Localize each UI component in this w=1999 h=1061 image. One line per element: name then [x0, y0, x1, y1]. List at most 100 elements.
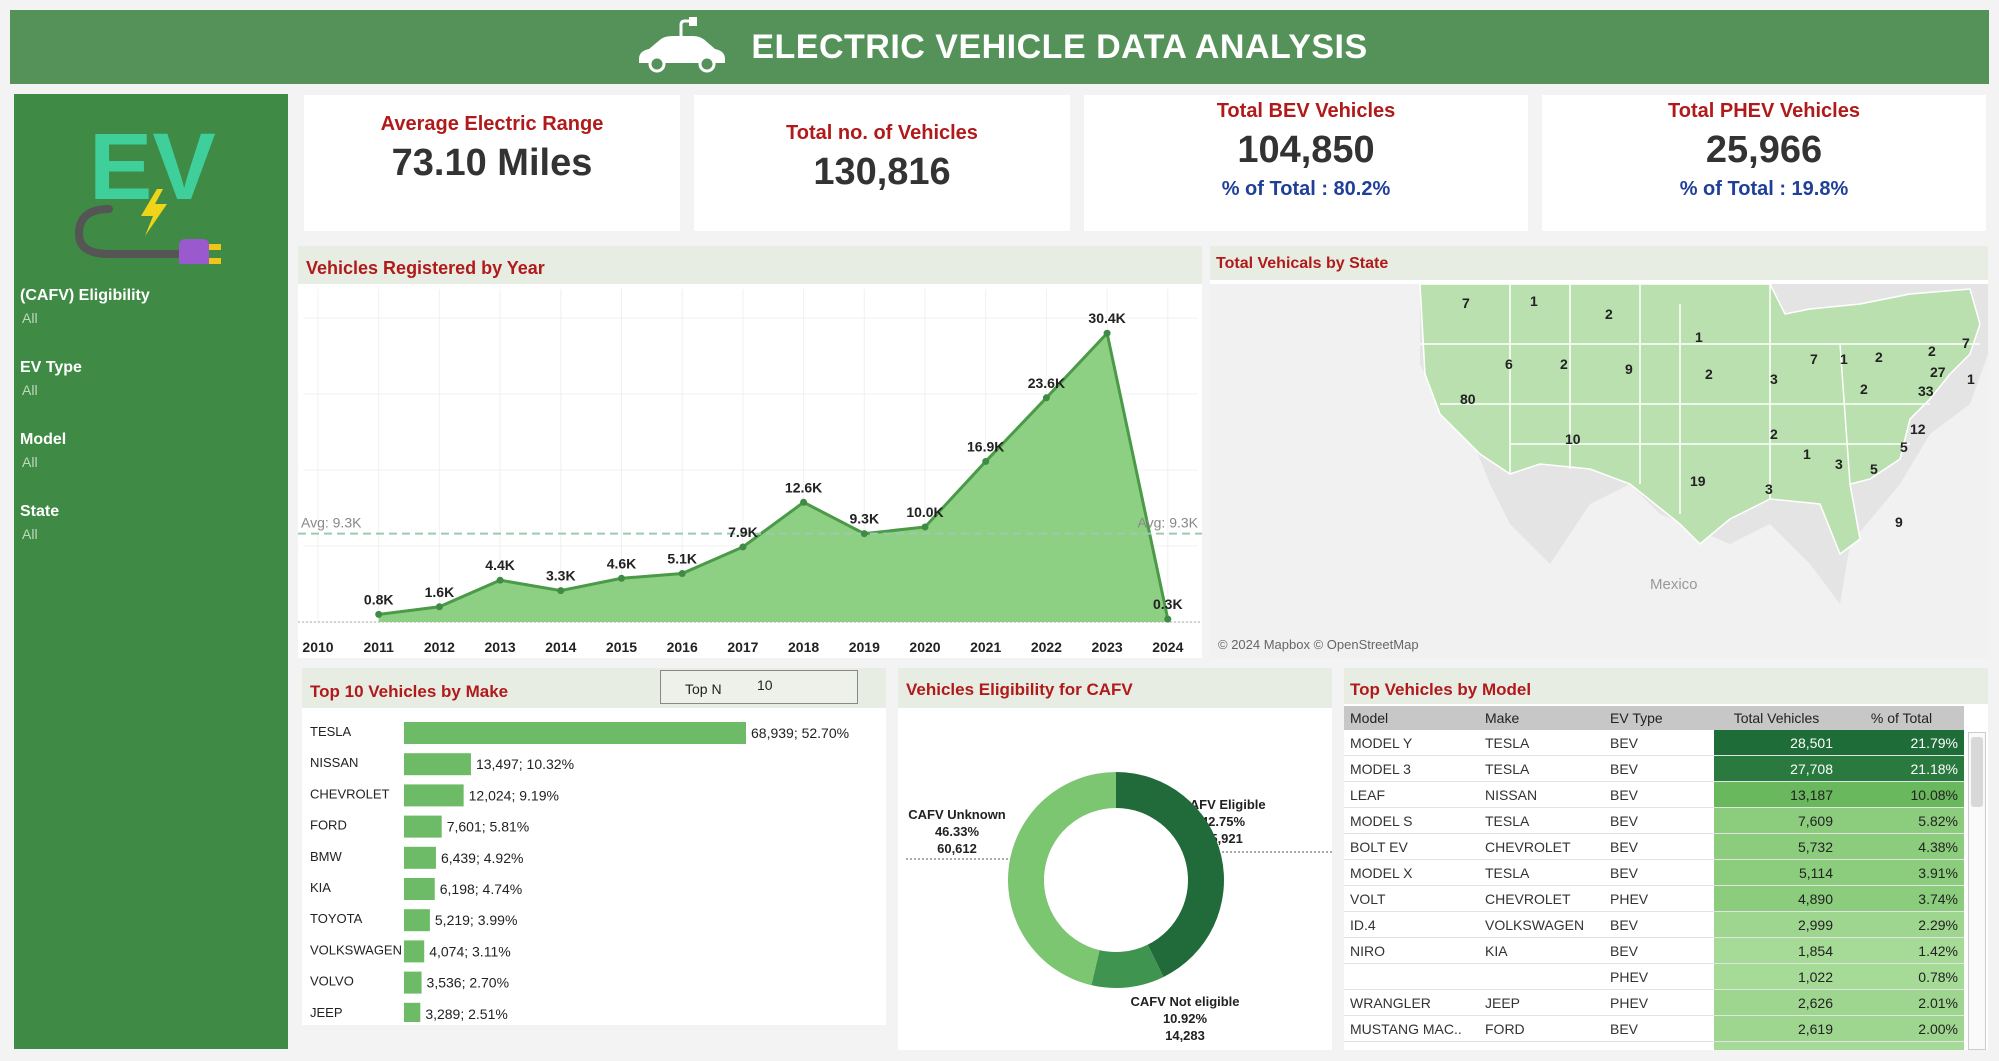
- map-attribution: © 2024 Mapbox © OpenStreetMap: [1218, 637, 1419, 652]
- year-data-label: 1.6K: [425, 584, 455, 600]
- make-value-label: 13,497; 10.32%: [476, 756, 574, 772]
- year-tick-label: 2013: [485, 639, 516, 655]
- year-point[interactable]: [921, 523, 929, 531]
- state-label: 19: [1690, 473, 1706, 489]
- electric-car-icon: [639, 17, 726, 73]
- year-point[interactable]: [557, 587, 565, 595]
- state-label: 2: [1928, 343, 1936, 359]
- col-header-model[interactable]: Model: [1344, 706, 1479, 730]
- year-point[interactable]: [618, 574, 625, 582]
- year-point[interactable]: [1164, 615, 1172, 623]
- model-table-title: Top Vehicles by Model: [1344, 668, 1988, 704]
- us-state-map[interactable]: Mexico © 2024 Mapbox © OpenStreetMap 7 1…: [1210, 284, 1988, 658]
- filter-model-dropdown[interactable]: All: [22, 454, 38, 470]
- make-bar[interactable]: [404, 1002, 421, 1022]
- cafv-donut-chart[interactable]: CAFV Eligible 42.75% 55,921 CAFV Unknown…: [898, 712, 1332, 1050]
- table-row[interactable]: MODEL Y TESLA BEV 28,501 21.79%: [1344, 730, 1964, 756]
- cell-evtype: BEV: [1604, 730, 1714, 756]
- year-data-label: 4.4K: [485, 557, 515, 573]
- table-row[interactable]: WRANGLER JEEP PHEV 2,626 2.01%: [1344, 989, 1964, 1016]
- year-point[interactable]: [496, 576, 504, 584]
- ev-logo: EV: [74, 114, 221, 264]
- year-point[interactable]: [860, 530, 868, 538]
- year-point[interactable]: [375, 610, 383, 618]
- state-label: 5: [1900, 439, 1908, 455]
- make-bar[interactable]: [404, 846, 436, 869]
- state-map-title: Total Vehicals by State: [1210, 246, 1988, 280]
- table-row[interactable]: NIRO KIA BEV 1,854 1.42%: [1344, 937, 1964, 964]
- year-data-label: 0.8K: [364, 591, 394, 607]
- year-data-label: 30.4K: [1088, 310, 1125, 326]
- cell-total: 1,022: [1714, 963, 1839, 990]
- make-bar[interactable]: [404, 971, 422, 994]
- make-bar[interactable]: [404, 753, 471, 776]
- table-row[interactable]: VOLT CHEVROLET PHEV 4,890 3.74%: [1344, 885, 1964, 912]
- make-value-label: 3,536; 2.70%: [427, 975, 510, 991]
- table-row[interactable]: BOLT EV CHEVROLET BEV 5,732 4.38%: [1344, 833, 1964, 860]
- cell-evtype: PHEV: [1604, 989, 1714, 1016]
- filter-sidebar: EV (CAFV) Eligibility All EV Type All Mo…: [14, 94, 288, 1049]
- year-point[interactable]: [800, 498, 808, 506]
- col-header-make[interactable]: Make: [1479, 706, 1604, 730]
- col-header-evtype[interactable]: EV Type: [1604, 706, 1714, 730]
- topn-value-input[interactable]: 10: [757, 677, 773, 693]
- cell-make: JEEP: [1479, 989, 1604, 1016]
- state-label: 1: [1967, 371, 1975, 387]
- year-area-chart[interactable]: Avg: 9.3K Avg: 9.3K 0.8K 1.6K 4.4K 3.3K 4.6K 5.…: [298, 284, 1202, 658]
- make-bar[interactable]: [404, 815, 442, 838]
- year-tick-label: 2018: [788, 639, 819, 655]
- make-bar-chart[interactable]: TESLA 68,939; 52.70% NISSAN 13,497; 10.32% C…: [302, 712, 886, 1022]
- make-bar[interactable]: [404, 940, 425, 963]
- make-value-label: 68,939; 52.70%: [751, 725, 849, 741]
- state-label: 3: [1770, 371, 1778, 387]
- table-row[interactable]: MODEL X TESLA BEV 5,114 3.91%: [1344, 859, 1964, 886]
- year-point[interactable]: [1103, 329, 1111, 337]
- cafv-unknown-pct: 46.33%: [935, 824, 980, 839]
- cell-total: 5,114: [1714, 859, 1839, 886]
- year-tick-label: 2019: [849, 639, 880, 655]
- cell-evtype: PHEV: [1604, 885, 1714, 912]
- kpi-bev-value: 104,850: [1237, 129, 1375, 171]
- col-header-pct[interactable]: % of Total: [1839, 706, 1964, 730]
- make-bar[interactable]: [404, 722, 746, 744]
- filter-evtype-dropdown[interactable]: All: [22, 382, 38, 398]
- cell-evtype: PHEV: [1604, 963, 1714, 990]
- make-bar[interactable]: [404, 878, 435, 900]
- table-row[interactable]: MODEL 3 TESLA BEV 27,708 21.18%: [1344, 755, 1964, 782]
- year-point[interactable]: [678, 570, 686, 578]
- table-row[interactable]: ID.4 VOLKSWAGEN BEV 2,999 2.29%: [1344, 911, 1964, 938]
- cell-evtype: BEV: [1604, 755, 1714, 782]
- cell-make: TESLA: [1479, 859, 1604, 886]
- table-row[interactable]: MODEL S TESLA BEV 7,609 5.82%: [1344, 807, 1964, 834]
- make-category-label: CHEVROLET: [310, 786, 390, 801]
- year-point[interactable]: [739, 543, 747, 551]
- topn-parameter[interactable]: Top N 10: [660, 670, 858, 704]
- kpi-bev-pct: % of Total : 80.2%: [1221, 178, 1391, 200]
- make-category-label: KIA: [310, 880, 331, 895]
- make-bar[interactable]: [404, 909, 430, 932]
- cell-total: 1,854: [1714, 937, 1839, 964]
- year-point[interactable]: [435, 603, 443, 611]
- cell-make: TOYOTA: [1479, 1041, 1604, 1050]
- state-label: 12: [1910, 421, 1926, 437]
- year-point[interactable]: [982, 457, 990, 465]
- table-row[interactable]: PRIUS PRIMETOYOTAPHEV2,5371.94%: [1344, 1041, 1964, 1050]
- cell-pct: 4.38%: [1839, 833, 1964, 860]
- filter-state-dropdown[interactable]: All: [22, 526, 38, 542]
- year-data-label: 23.6K: [1028, 375, 1065, 391]
- make-bar[interactable]: [404, 784, 464, 807]
- cell-model: NIRO: [1344, 937, 1479, 964]
- table-row[interactable]: PHEV 1,022 0.78%: [1344, 963, 1964, 990]
- table-scrollbar[interactable]: [1968, 732, 1986, 1050]
- table-scrollbar-thumb[interactable]: [1971, 737, 1983, 807]
- cell-pct: 2.29%: [1839, 911, 1964, 938]
- filter-evtype-label: EV Type: [20, 359, 82, 376]
- dashboard-title: ELECTRIC VEHICLE DATA ANALYSIS: [751, 27, 1368, 66]
- kpi-phev-pct: % of Total : 19.8%: [1679, 178, 1849, 200]
- model-table: Model Make EV Type Total Vehicles % of T…: [1344, 706, 1964, 1050]
- table-row[interactable]: MUSTANG MAC.. FORD BEV 2,619 2.00%: [1344, 1015, 1964, 1042]
- table-row[interactable]: LEAF NISSAN BEV 13,187 10.08%: [1344, 781, 1964, 808]
- col-header-total[interactable]: Total Vehicles: [1714, 706, 1839, 730]
- filter-cafv-dropdown[interactable]: All: [22, 310, 38, 326]
- year-point[interactable]: [1042, 394, 1050, 402]
